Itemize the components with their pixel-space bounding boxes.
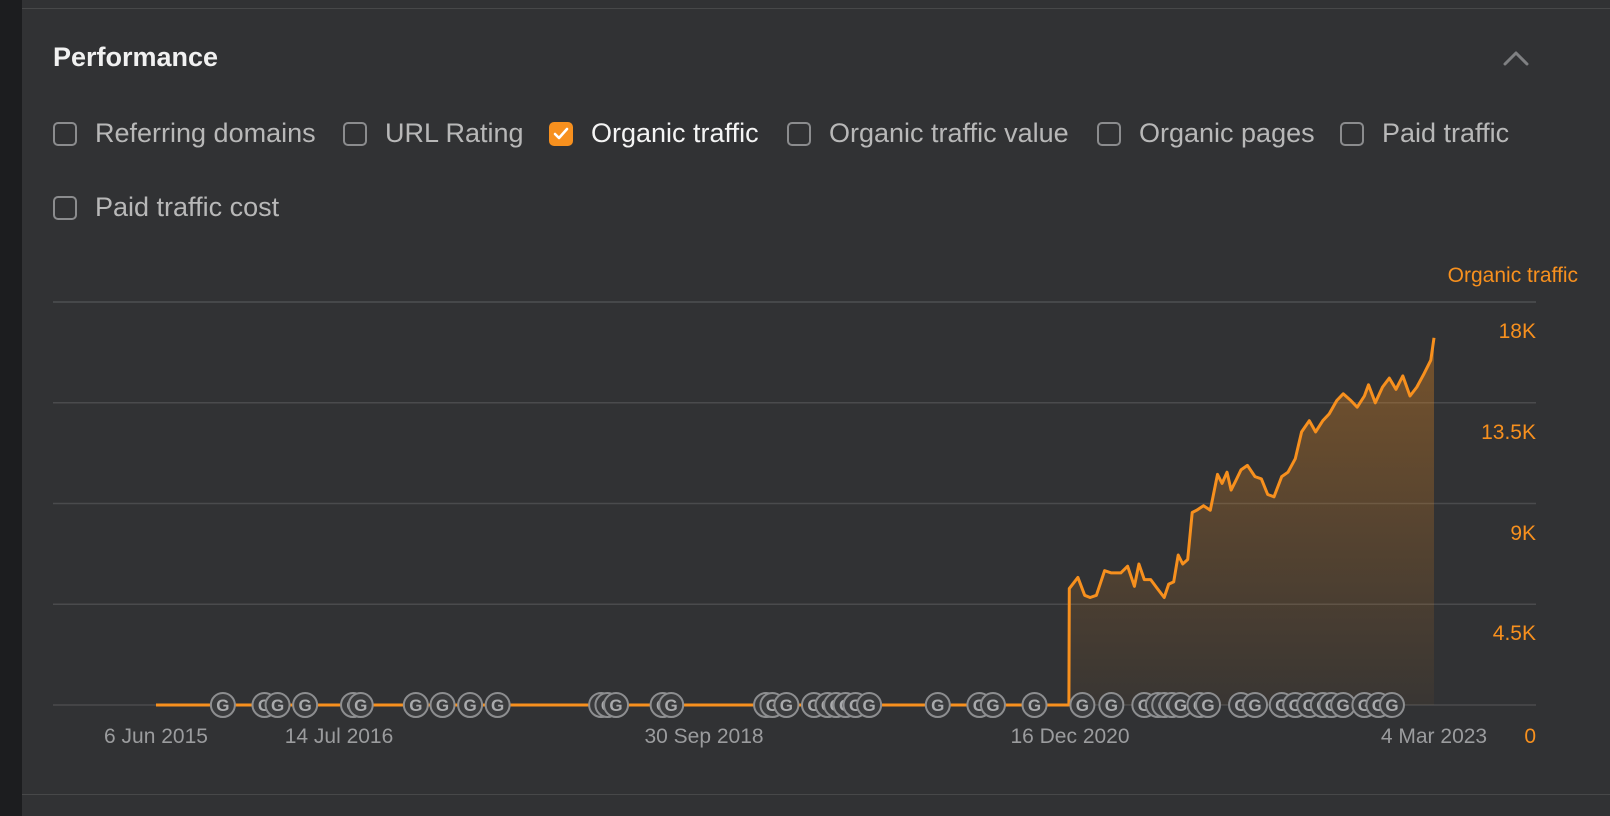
y-tick-label: 0 <box>1524 725 1536 748</box>
svg-text:G: G <box>665 696 678 715</box>
svg-text:G: G <box>780 696 793 715</box>
y-tick-label: 18K <box>1499 320 1536 343</box>
google-update-marker[interactable]: G <box>209 692 236 718</box>
svg-text:G: G <box>299 696 312 715</box>
performance-panel: Performance Referring domains URL Rating… <box>22 0 1610 816</box>
bottom-divider <box>22 794 1610 795</box>
svg-text:G: G <box>1174 696 1187 715</box>
google-update-marker[interactable]: G <box>658 692 685 718</box>
svg-text:G: G <box>1028 696 1041 715</box>
google-update-marker[interactable]: G <box>457 692 484 718</box>
google-update-marker[interactable]: G <box>1378 692 1405 718</box>
google-update-marker[interactable]: G <box>856 692 883 718</box>
svg-text:G: G <box>931 696 944 715</box>
x-tick-label: 6 Jun 2015 <box>104 725 208 748</box>
svg-text:G: G <box>609 696 622 715</box>
svg-text:G: G <box>862 696 875 715</box>
x-tick-label: 16 Dec 2020 <box>1010 725 1129 748</box>
svg-text:G: G <box>216 696 229 715</box>
y-tick-label: 13.5K <box>1481 421 1536 444</box>
svg-text:G: G <box>1248 696 1261 715</box>
google-update-marker[interactable]: G <box>1242 692 1269 718</box>
x-tick-label: 14 Jul 2016 <box>285 725 394 748</box>
svg-text:G: G <box>436 696 449 715</box>
google-update-marker[interactable]: G <box>1098 692 1125 718</box>
google-update-marker[interactable]: G <box>773 692 800 718</box>
svg-text:G: G <box>1337 696 1350 715</box>
google-update-marker[interactable]: G <box>429 692 456 718</box>
google-update-marker[interactable]: G <box>292 692 319 718</box>
google-update-marker[interactable]: G <box>979 692 1006 718</box>
svg-text:G: G <box>271 696 284 715</box>
left-edge-bar <box>0 0 22 816</box>
svg-text:G: G <box>1105 696 1118 715</box>
google-update-marker[interactable]: G <box>264 692 291 718</box>
x-tick-label: 30 Sep 2018 <box>644 725 763 748</box>
svg-text:G: G <box>986 696 999 715</box>
google-update-marker[interactable]: G <box>402 692 429 718</box>
organic-traffic-chart: GGGGGGGGGGGGGGGGGGGGGGGGGGGGGGGGGGGGGGGG… <box>53 301 1536 748</box>
svg-text:G: G <box>491 696 504 715</box>
google-update-marker[interactable]: G <box>1069 692 1096 718</box>
svg-text:G: G <box>1076 696 1089 715</box>
svg-text:G: G <box>354 696 367 715</box>
svg-text:G: G <box>409 696 422 715</box>
x-tick-label: 4 Mar 2023 <box>1381 725 1487 748</box>
y-tick-label: 9K <box>1510 522 1536 545</box>
google-update-marker[interactable]: G <box>1021 692 1048 718</box>
svg-text:G: G <box>1201 696 1214 715</box>
svg-text:G: G <box>1385 696 1398 715</box>
google-update-marker[interactable]: G <box>484 692 511 718</box>
google-update-marker[interactable]: G <box>1195 692 1222 718</box>
google-update-marker[interactable]: G <box>603 692 630 718</box>
google-update-marker[interactable]: G <box>347 692 374 718</box>
y-tick-label: 4.5K <box>1493 622 1536 645</box>
svg-text:G: G <box>463 696 476 715</box>
google-update-marker[interactable]: G <box>924 692 951 718</box>
